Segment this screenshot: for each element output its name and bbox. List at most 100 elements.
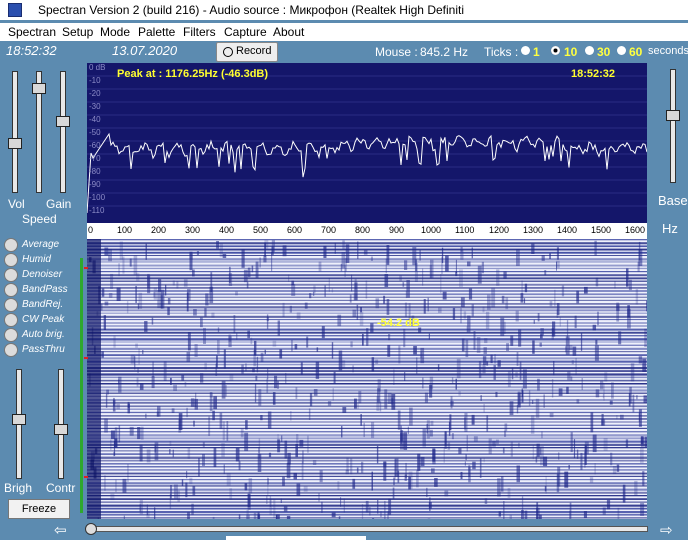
freeze-button[interactable]: Freeze xyxy=(8,499,70,519)
db-label: -40 xyxy=(89,115,101,124)
spectrogram-db-annotation: -54.2 dB xyxy=(377,317,420,329)
denoiser-option-label: Denoiser xyxy=(22,269,63,280)
title-bar: Spectran Version 2 (build 216) - Audio s… xyxy=(0,0,688,20)
left-control-panel: Vol Gain Speed Average Humid Denoiser Ba… xyxy=(0,63,84,540)
tick-radio-30[interactable] xyxy=(585,46,594,55)
scroll-right-icon[interactable]: ⇨ xyxy=(660,521,673,539)
db-label: -100 xyxy=(89,193,106,202)
brightness-slider-thumb[interactable] xyxy=(12,414,26,425)
menu-spectran[interactable]: Spectran xyxy=(8,25,56,39)
vol-label: Vol xyxy=(8,197,25,211)
base-label: Base xyxy=(658,193,688,208)
spectrum-svg xyxy=(87,75,647,214)
status-strip xyxy=(226,536,366,540)
base-slider[interactable] xyxy=(666,69,680,183)
passthru-option-radio[interactable] xyxy=(4,343,18,357)
scroll-left-icon[interactable]: ⇦ xyxy=(54,521,67,539)
record-button[interactable]: Record xyxy=(216,42,278,62)
brightness-slider[interactable] xyxy=(12,369,26,479)
mouse-label: Mouse : xyxy=(375,45,418,59)
vol-slider-thumb[interactable] xyxy=(8,138,22,149)
marker xyxy=(84,476,88,478)
graph-clock: 18:52:32 xyxy=(571,68,616,80)
brightness-label: Brigh xyxy=(4,481,33,495)
humid-option-label: Humid xyxy=(22,254,51,265)
tick-radio-1[interactable] xyxy=(521,46,530,55)
current-time: 18:52:32 xyxy=(6,43,57,58)
bandpass-option-label: BandPass xyxy=(22,284,68,295)
db-label: -30 xyxy=(89,102,101,111)
tick-radio-60[interactable] xyxy=(617,46,626,55)
x-tick-label: 900 xyxy=(389,225,405,235)
record-label: Record xyxy=(236,45,272,57)
peak-readout: Peak at : 1176.25Hz (-46.3dB) xyxy=(117,68,269,80)
passthru-option-label: PassThru xyxy=(22,344,65,355)
horizontal-scrollbar[interactable] xyxy=(85,523,648,535)
menu-capture[interactable]: Capture xyxy=(224,25,267,39)
denoiser-option-radio[interactable] xyxy=(4,268,18,282)
spectrum-line xyxy=(87,132,647,214)
contrast-slider[interactable] xyxy=(54,369,68,479)
vol-slider[interactable] xyxy=(8,71,22,193)
tick-label-30: 30 xyxy=(597,45,611,59)
x-tick-label: 1300 xyxy=(523,225,544,235)
seconds-label: seconds xyxy=(648,45,688,57)
x-tick-label: 200 xyxy=(151,225,167,235)
x-tick-label: 600 xyxy=(287,225,303,235)
right-control-panel: Base Hz xyxy=(650,63,688,533)
app-icon xyxy=(8,3,22,17)
ticks-label: Ticks : xyxy=(484,45,519,59)
menu-about[interactable]: About xyxy=(273,25,304,39)
spectrogram[interactable]: -54.2 dB xyxy=(87,239,647,519)
mouse-frequency: 845.2 Hz xyxy=(420,45,469,59)
cw-peak-option-radio[interactable] xyxy=(4,313,18,327)
db-label: 0 dB xyxy=(89,63,106,72)
db-label: -80 xyxy=(89,167,101,176)
contrast-slider-thumb[interactable] xyxy=(54,424,68,435)
bandpass-option-radio[interactable] xyxy=(4,283,18,297)
gain-slider-thumb[interactable] xyxy=(56,116,70,127)
db-label: -10 xyxy=(89,76,101,85)
x-tick-label: 1200 xyxy=(489,225,510,235)
spectrogram-svg xyxy=(87,239,647,519)
menu-bar: Spectran Setup Mode Palette Filters Capt… xyxy=(0,23,688,41)
scrollbar-thumb[interactable] xyxy=(85,523,97,535)
average-option-radio[interactable] xyxy=(4,238,18,252)
x-tick-label: 100 xyxy=(117,225,133,235)
x-tick-label: 1000 xyxy=(421,225,442,235)
tick-label-60: 60 xyxy=(629,45,643,59)
bandrej-option-radio[interactable] xyxy=(4,298,18,312)
x-tick-label: 700 xyxy=(321,225,337,235)
auto-brig-option-radio[interactable] xyxy=(4,328,18,342)
auto-brig-option-label: Auto brig. xyxy=(22,329,65,340)
speed-label: Speed xyxy=(22,212,57,226)
tick-label-1: 1 xyxy=(533,45,540,59)
window-title: Spectran Version 2 (build 216) - Audio s… xyxy=(38,3,464,17)
cw-peak-option-label: CW Peak xyxy=(22,314,65,325)
menu-mode[interactable]: Mode xyxy=(100,25,130,39)
marker xyxy=(84,357,88,359)
humid-option-radio[interactable] xyxy=(4,253,18,267)
record-icon xyxy=(223,47,233,57)
frequency-axis: 0 100 200 300 400 500 600 700 800 900 10… xyxy=(87,223,647,239)
tick-radio-10[interactable] xyxy=(551,46,560,55)
menu-palette[interactable]: Palette xyxy=(138,25,175,39)
db-label: -50 xyxy=(89,128,101,137)
x-tick-label: 1400 xyxy=(557,225,578,235)
gain-slider[interactable] xyxy=(56,71,70,193)
spectrum-graph[interactable]: Peak at : 1176.25Hz (-46.3dB) 18:52:32 0… xyxy=(87,63,647,223)
bottom-bar: ⇦ ⇨ xyxy=(0,520,688,540)
tick-label-10: 10 xyxy=(564,45,578,59)
base-slider-thumb[interactable] xyxy=(666,110,680,121)
menu-filters[interactable]: Filters xyxy=(183,25,216,39)
speed-slider[interactable] xyxy=(32,71,46,193)
db-label: -110 xyxy=(89,206,105,215)
bandrej-option-label: BandRej. xyxy=(22,299,64,310)
db-label: -60 xyxy=(89,141,101,150)
level-meter-bar xyxy=(80,258,83,513)
x-tick-label: 1100 xyxy=(455,225,475,235)
x-tick-label: 1600 xyxy=(625,225,646,235)
speed-slider-thumb[interactable] xyxy=(32,83,46,94)
marker xyxy=(84,267,88,269)
menu-setup[interactable]: Setup xyxy=(62,25,93,39)
